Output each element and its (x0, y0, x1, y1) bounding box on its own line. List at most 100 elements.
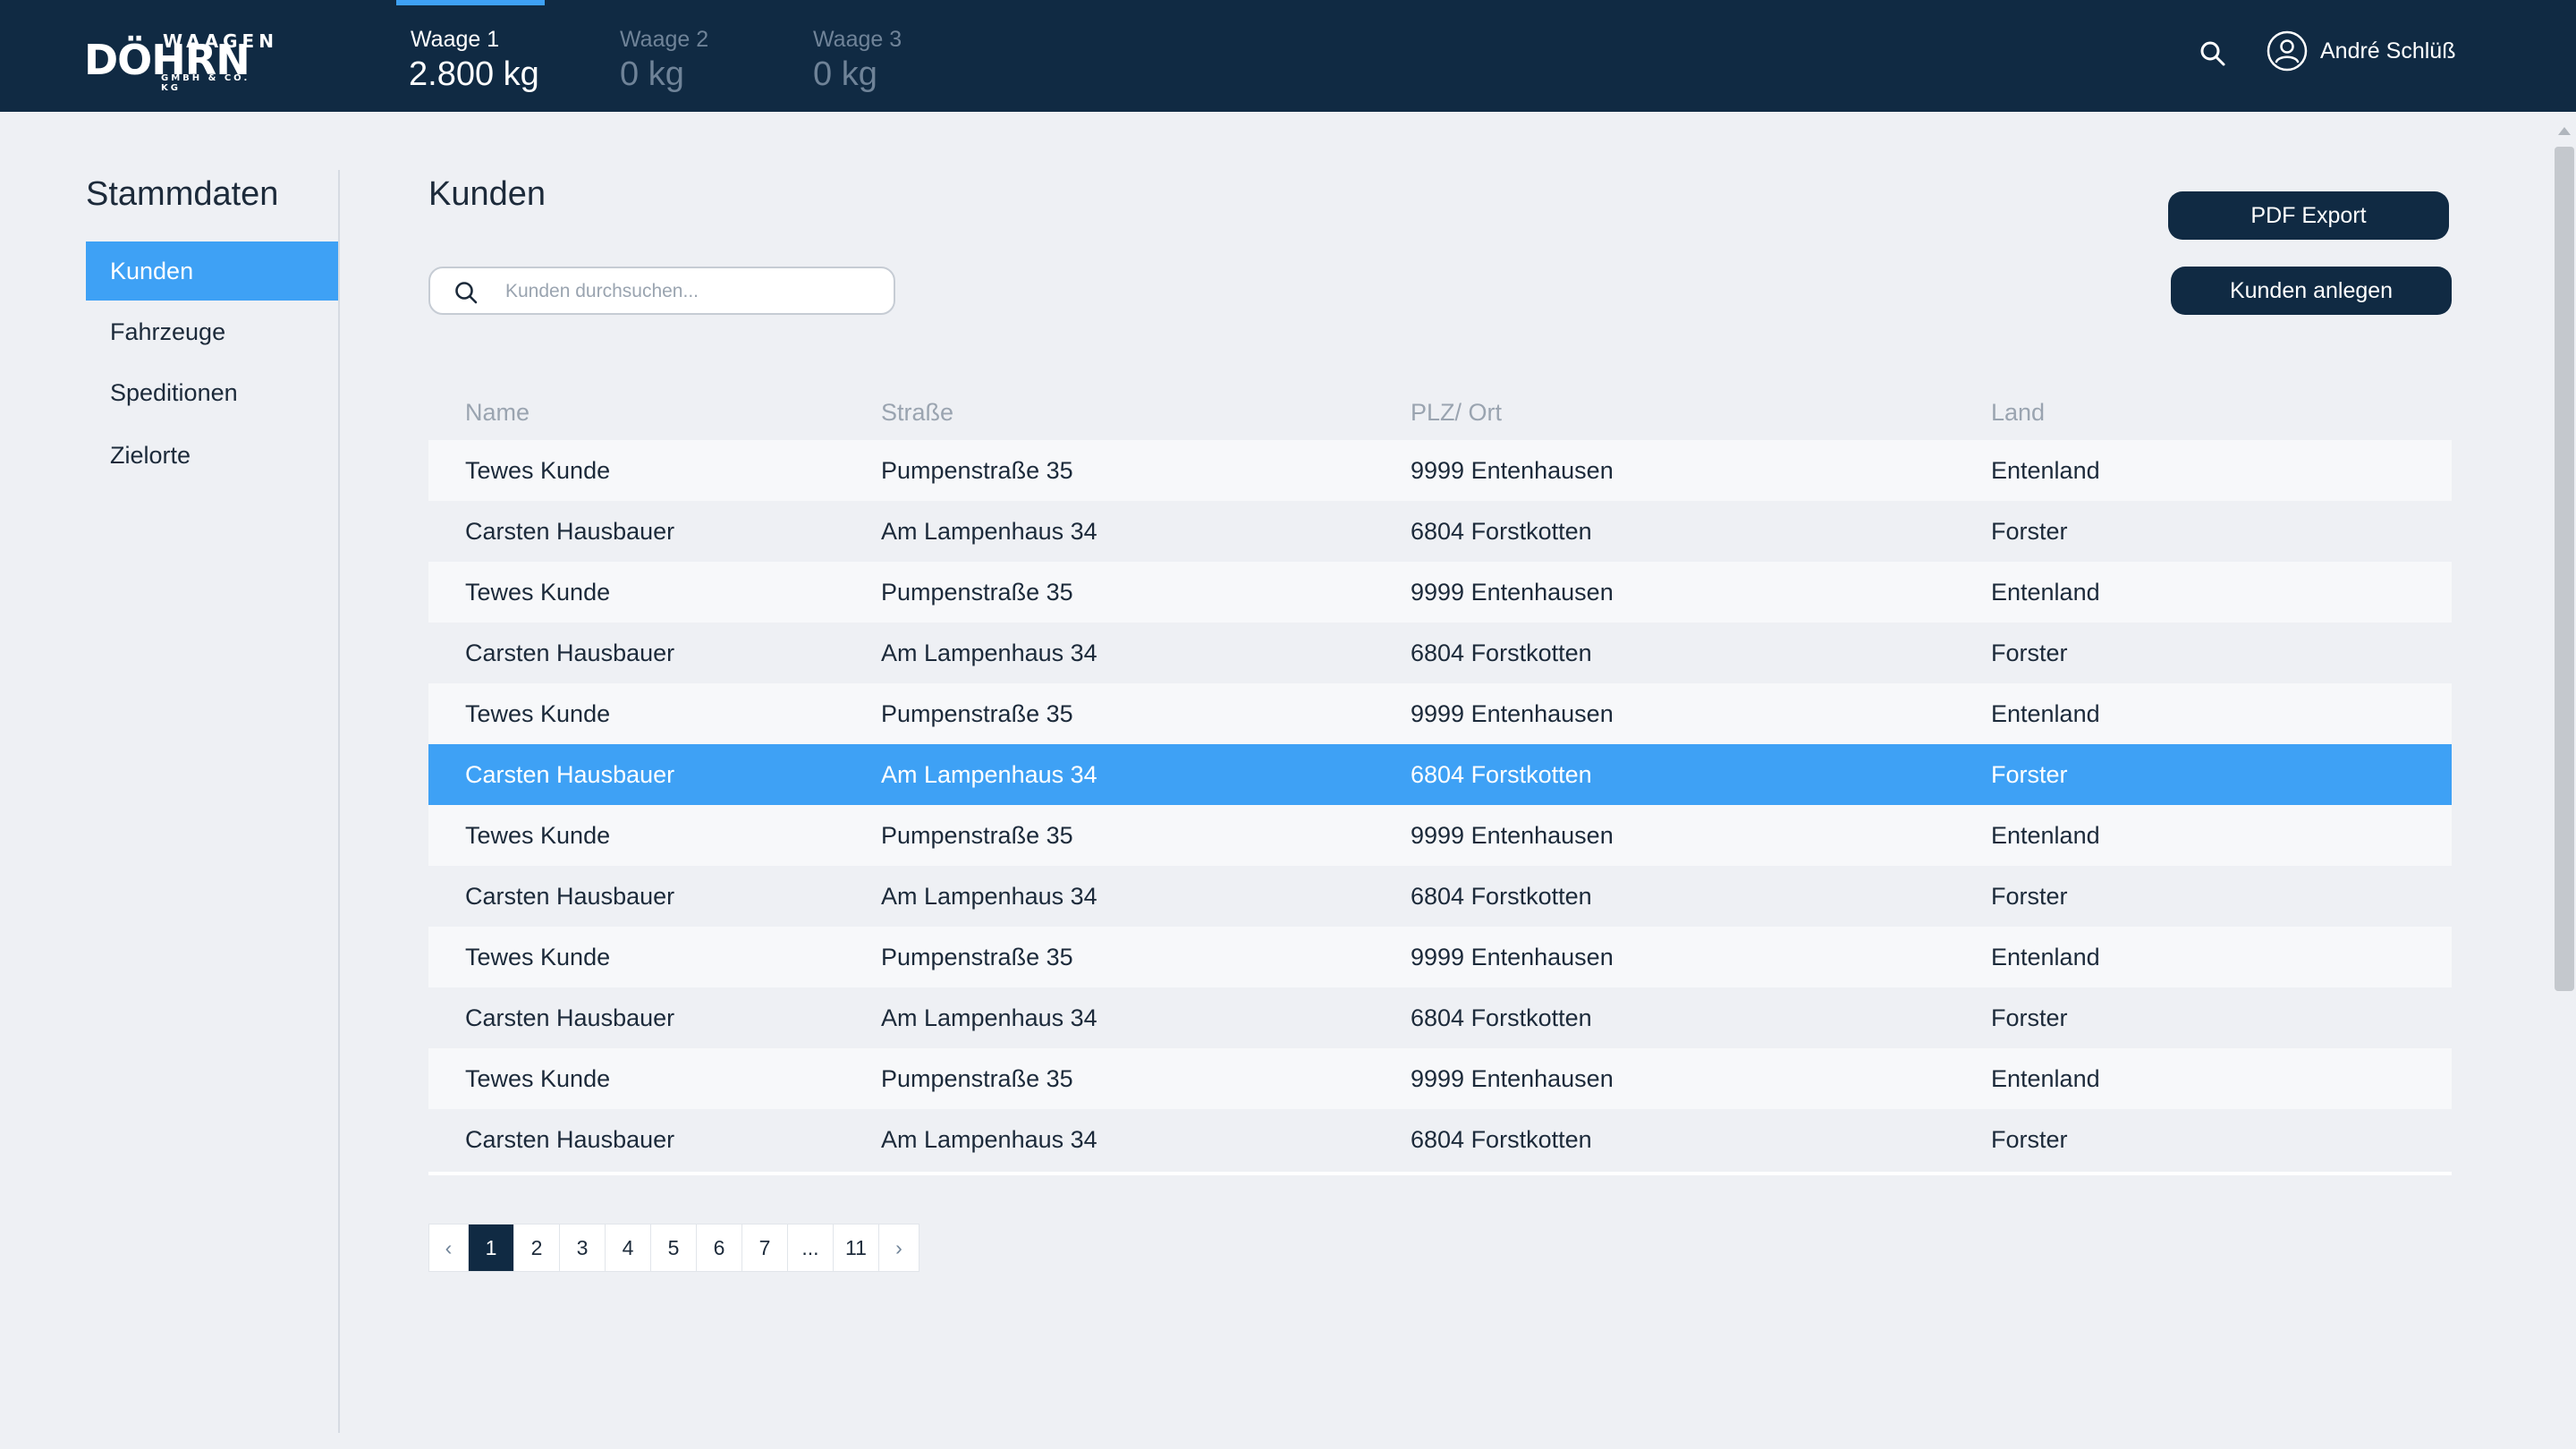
table-row[interactable]: Tewes Kunde Pumpenstraße 35 9999 Entenhaus… (428, 927, 2452, 987)
pagination-page-button[interactable]: 1 (469, 1224, 514, 1271)
create-customer-button[interactable]: Kunden anlegen (2171, 267, 2452, 315)
customer-name-cell: Tewes Kunde (465, 700, 611, 727)
user-circle-icon (2267, 30, 2308, 72)
street-cell: Am Lampenhaus 34 (881, 640, 1097, 666)
country-cell: Forster (1991, 1126, 2068, 1153)
country-cell: Entenland (1991, 944, 2100, 970)
table-row[interactable]: Tewes Kunde Pumpenstraße 35 9999 Entenhaus… (428, 440, 2452, 501)
brand-logo-sub: GMBH & CO. KG (161, 73, 250, 93)
pdf-export-button[interactable]: PDF Export (2168, 191, 2449, 240)
zip-city-cell: 6804 Forstkotten (1411, 883, 1592, 910)
column-header-street[interactable]: Straße (881, 399, 953, 427)
sidebar-item-fahrzeuge[interactable]: Fahrzeuge (86, 302, 338, 361)
table-body: Tewes Kunde Pumpenstraße 35 9999 Entenhaus… (428, 440, 2452, 1170)
table-row[interactable]: Carsten Hausbauer Am Lampenhaus 34 6804 Fo… (428, 987, 2452, 1048)
street-cell: Am Lampenhaus 34 (881, 518, 1097, 545)
zip-city-cell: 6804 Forstkotten (1411, 518, 1592, 545)
customer-name-cell: Tewes Kunde (465, 457, 611, 484)
street-cell: Pumpenstraße 35 (881, 457, 1073, 484)
column-header-zip-city[interactable]: PLZ/ Ort (1411, 399, 1502, 427)
scale-weight: 0 kg (620, 55, 684, 93)
street-cell: Am Lampenhaus 34 (881, 1126, 1097, 1153)
table-row[interactable]: Carsten Hausbauer Am Lampenhaus 34 6804 Fo… (428, 744, 2452, 805)
zip-city-cell: 9999 Entenhausen (1411, 822, 1614, 849)
pagination-page-button[interactable]: 2 (514, 1224, 560, 1271)
table-row[interactable]: Carsten Hausbauer Am Lampenhaus 34 6804 Fo… (428, 501, 2452, 562)
zip-city-cell: 9999 Entenhausen (1411, 944, 1614, 970)
brand-logo[interactable]: WAAGEN DÖHRN GMBH & CO. KG (84, 30, 274, 93)
customer-search[interactable] (428, 267, 895, 315)
column-header-country[interactable]: Land (1991, 399, 2045, 427)
country-cell: Forster (1991, 761, 2068, 788)
pagination: ‹ 1 2 3 4 5 6 7... 11 › (428, 1224, 919, 1272)
top-bar: WAAGEN DÖHRN GMBH & CO. KG Waage 1 2.800… (0, 0, 2576, 112)
street-cell: Am Lampenhaus 34 (881, 761, 1097, 788)
country-cell: Entenland (1991, 822, 2100, 849)
table-row[interactable]: Tewes Kunde Pumpenstraße 35 9999 Entenhaus… (428, 805, 2452, 866)
pagination-page-button[interactable]: 3 (560, 1224, 606, 1271)
street-cell: Am Lampenhaus 34 (881, 1004, 1097, 1031)
table-row[interactable]: Carsten Hausbauer Am Lampenhaus 34 6804 Fo… (428, 623, 2452, 683)
pagination-page-button[interactable]: 5 (651, 1224, 697, 1271)
page-title: Kunden (428, 175, 547, 213)
pagination-page-button[interactable]: 7 (742, 1224, 788, 1271)
zip-city-cell: 9999 Entenhausen (1411, 700, 1614, 727)
table-row[interactable]: Carsten Hausbauer Am Lampenhaus 34 6804 Fo… (428, 1109, 2452, 1170)
street-cell: Pumpenstraße 35 (881, 700, 1073, 727)
customer-table: Name Straße PLZ/ Ort Land Tewes Kunde Pum… (428, 381, 2452, 1175)
country-cell: Forster (1991, 1004, 2068, 1031)
user-menu[interactable]: André Schlüß (2267, 29, 2455, 73)
customer-name-cell: Carsten Hausbauer (465, 1004, 675, 1031)
table-row[interactable]: Tewes Kunde Pumpenstraße 35 9999 Entenhaus… (428, 683, 2452, 744)
zip-city-cell: 6804 Forstkotten (1411, 640, 1592, 666)
street-cell: Pumpenstraße 35 (881, 579, 1073, 606)
country-cell: Entenland (1991, 700, 2100, 727)
pagination-prev-button[interactable]: ‹ (429, 1224, 469, 1271)
country-cell: Forster (1991, 640, 2068, 666)
sidebar-item-zielorte[interactable]: Zielorte (86, 426, 338, 485)
customer-name-cell: Carsten Hausbauer (465, 640, 675, 666)
sidebar-divider (338, 170, 340, 1433)
table-row[interactable]: Tewes Kunde Pumpenstraße 35 9999 Entenhaus… (428, 1048, 2452, 1109)
street-cell: Pumpenstraße 35 (881, 1065, 1073, 1092)
country-cell: Forster (1991, 883, 2068, 910)
scale-weight: 0 kg (813, 55, 877, 93)
zip-city-cell: 9999 Entenhausen (1411, 457, 1614, 484)
customer-name-cell: Carsten Hausbauer (465, 883, 675, 910)
pagination-page-button[interactable]: 4 (606, 1224, 651, 1271)
customer-name-cell: Tewes Kunde (465, 579, 611, 606)
table-header: Name Straße PLZ/ Ort Land (428, 381, 2452, 440)
column-header-name[interactable]: Name (465, 399, 530, 427)
street-cell: Pumpenstraße 35 (881, 944, 1073, 970)
customer-name-cell: Carsten Hausbauer (465, 1126, 675, 1153)
country-cell: Forster (1991, 518, 2068, 545)
zip-city-cell: 9999 Entenhausen (1411, 579, 1614, 606)
table-row[interactable]: Tewes Kunde Pumpenstraße 35 9999 Entenhaus… (428, 562, 2452, 623)
customer-search-input[interactable] (504, 275, 879, 308)
scale-name: Waage 2 (620, 27, 709, 52)
customer-name-cell: Carsten Hausbauer (465, 761, 675, 788)
scale-weight: 2.800 kg (409, 55, 539, 93)
pagination-page-button[interactable]: 11 (834, 1224, 879, 1271)
country-cell: Entenland (1991, 1065, 2100, 1092)
search-icon[interactable] (2199, 39, 2227, 68)
sidebar-item-speditionen[interactable]: Speditionen (86, 363, 338, 422)
country-cell: Entenland (1991, 579, 2100, 606)
sidebar-title: Stammdaten (86, 175, 279, 213)
zip-city-cell: 9999 Entenhausen (1411, 1065, 1614, 1092)
pagination-page-button[interactable]: ... (788, 1224, 834, 1271)
scale-name: Waage 1 (411, 27, 500, 52)
customer-name-cell: Tewes Kunde (465, 944, 611, 970)
sidebar-item-kunden[interactable]: Kunden (86, 242, 338, 301)
pagination-next-button[interactable]: › (879, 1224, 919, 1271)
customer-name-cell: Carsten Hausbauer (465, 518, 675, 545)
customer-name-cell: Tewes Kunde (465, 1065, 611, 1092)
zip-city-cell: 6804 Forstkotten (1411, 1004, 1592, 1031)
street-cell: Am Lampenhaus 34 (881, 883, 1097, 910)
customer-name-cell: Tewes Kunde (465, 822, 611, 849)
zip-city-cell: 6804 Forstkotten (1411, 1126, 1592, 1153)
pagination-page-button[interactable]: 6 (697, 1224, 742, 1271)
table-row[interactable]: Carsten Hausbauer Am Lampenhaus 34 6804 Fo… (428, 866, 2452, 927)
scrollbar-thumb[interactable] (2555, 147, 2574, 991)
scroll-up-arrow-icon[interactable] (2558, 127, 2571, 135)
